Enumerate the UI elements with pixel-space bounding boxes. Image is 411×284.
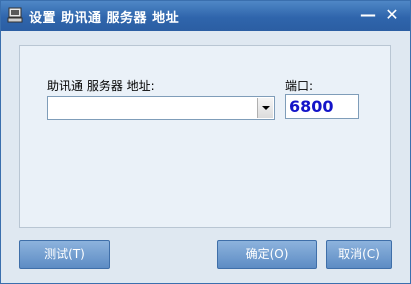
server-address-combobox[interactable]: [47, 96, 275, 120]
server-app-icon: [7, 7, 23, 23]
title-bar[interactable]: 设置 助讯通 服务器 地址 — ✕: [1, 1, 410, 31]
window-title: 设置 助讯通 服务器 地址: [29, 11, 180, 26]
settings-dialog: 设置 助讯通 服务器 地址 — ✕ 助讯通 服务器 地址: 端口: 6800 测…: [0, 0, 411, 284]
settings-panel: [19, 45, 391, 228]
port-label: 端口:: [285, 79, 314, 93]
minimize-button[interactable]: —: [358, 6, 378, 24]
ok-button[interactable]: 确定(O): [217, 240, 317, 269]
chevron-down-icon: [261, 106, 270, 110]
close-button[interactable]: ✕: [382, 6, 402, 24]
port-input[interactable]: 6800: [285, 94, 359, 119]
test-button[interactable]: 测试(T): [19, 240, 110, 269]
server-address-label: 助讯通 服务器 地址:: [47, 79, 155, 93]
cancel-button[interactable]: 取消(C): [326, 240, 392, 269]
dropdown-button[interactable]: [257, 98, 273, 118]
